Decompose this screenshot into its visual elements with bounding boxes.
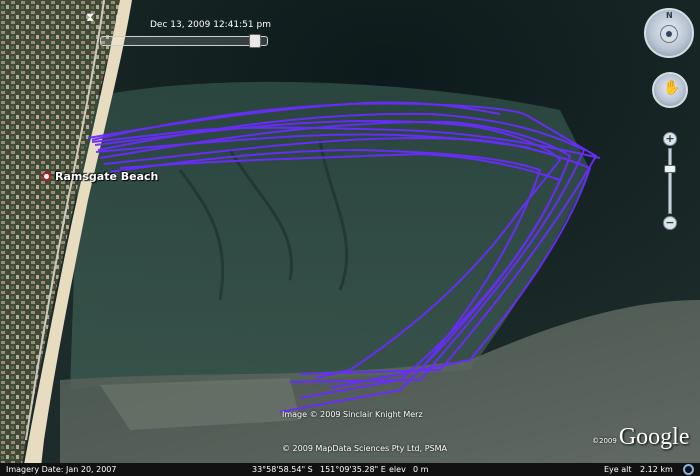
time-label: Dec 13, 2009 12:41:51 pm — [150, 20, 271, 30]
move-joystick[interactable]: ✋ — [652, 72, 688, 108]
streaming-indicator-icon — [683, 464, 694, 475]
zoom-in-button[interactable]: + — [663, 132, 677, 146]
brand-wordmark: Google — [618, 424, 690, 450]
mapdata-copyright: © 2009 MapData Sciences Pty Ltd, PSMA — [282, 444, 447, 453]
zoom-track[interactable] — [668, 148, 672, 214]
map-viewport[interactable]: ⧗ Dec 13, 2009 12:41:51 pm N ✋ + − Ramsg… — [0, 0, 700, 476]
time-slider[interactable]: ⧗ Dec 13, 2009 12:41:51 pm — [86, 8, 271, 50]
imagery-copyright: Image © 2009 Sinclair Knight Merz — [282, 410, 423, 419]
elevation-label: elev — [389, 465, 406, 474]
place-name: Ramsgate Beach — [55, 170, 159, 183]
brand-logo: ©2009 Google — [592, 424, 689, 451]
brand-year: ©2009 — [592, 437, 617, 445]
latitude-readout: 33°58'58.54" S — [252, 465, 313, 474]
imagery-date: Imagery Date: Jan 20, 2007 — [6, 465, 117, 474]
slider-track[interactable] — [100, 36, 268, 46]
navigation-controls[interactable]: N ✋ + − — [640, 6, 696, 246]
eye-icon[interactable] — [660, 25, 678, 43]
elevation-value: 0 m — [413, 465, 429, 474]
zoom-thumb[interactable] — [664, 165, 676, 174]
place-marker-icon[interactable] — [42, 172, 51, 181]
satellite-map[interactable] — [0, 0, 700, 476]
place-label[interactable]: Ramsgate Beach — [42, 170, 158, 183]
status-bar: Imagery Date: Jan 20, 2007 33°58'58.54" … — [0, 463, 700, 476]
zoom-slider[interactable]: + − — [663, 132, 677, 232]
zoom-out-button[interactable]: − — [663, 216, 677, 230]
slider-thumb[interactable] — [249, 34, 261, 48]
hand-icon[interactable]: ✋ — [663, 80, 680, 96]
eye-altitude-label: Eye alt — [604, 465, 632, 474]
longitude-readout: 151°09'35.28" E — [320, 465, 386, 474]
eye-altitude-value: 2.12 km — [640, 465, 673, 474]
north-indicator[interactable]: N — [666, 11, 673, 20]
clock-icon[interactable]: ⧗ — [86, 10, 94, 25]
look-joystick[interactable]: N — [644, 8, 694, 58]
